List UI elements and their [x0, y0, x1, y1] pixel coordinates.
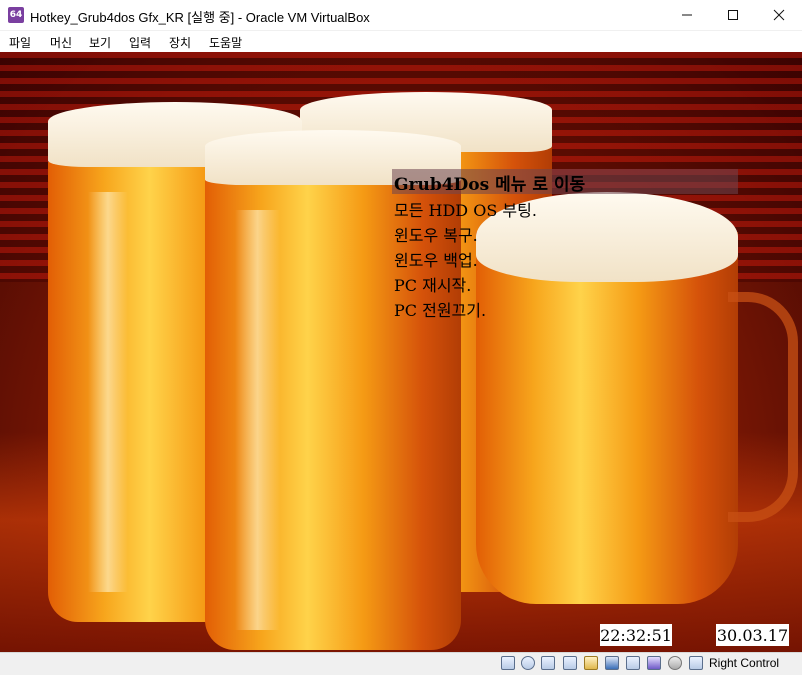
boot-menu-item[interactable]: PC 재시작.	[394, 272, 471, 296]
network-icon[interactable]	[563, 656, 577, 670]
boot-menu-header-label: Grub4Dos 메뉴 로 이동	[394, 175, 586, 195]
close-icon	[773, 9, 785, 21]
vm-display[interactable]: Grub4Dos 메뉴 로 이동 모든 HDD OS 부팅. 윈도우 복구. 윈…	[0, 52, 802, 652]
maximize-icon	[728, 10, 738, 20]
hard-disk-icon[interactable]	[501, 656, 515, 670]
boot-menu-item[interactable]: 윈도우 복구.	[394, 222, 478, 246]
shared-folders-icon[interactable]	[584, 656, 598, 670]
menu-help[interactable]: 도움말	[209, 34, 242, 51]
floppy-icon[interactable]	[541, 656, 555, 670]
host-key-label: Right Control	[709, 656, 780, 670]
close-button[interactable]	[756, 0, 802, 30]
beer-mug	[476, 192, 738, 604]
virtualbox-app-icon[interactable]: 64	[8, 7, 24, 23]
display-icon[interactable]	[605, 656, 619, 670]
clock-time: 22:32:51	[600, 624, 672, 646]
menu-file[interactable]: 파일	[9, 34, 31, 51]
maximize-button[interactable]	[710, 0, 756, 30]
status-bar: Right Control	[0, 652, 802, 675]
mug-handle	[728, 292, 798, 522]
download-arrow-icon[interactable]	[689, 656, 703, 670]
boot-menu-item[interactable]: PC 전원끄기.	[394, 297, 486, 321]
minimize-button[interactable]	[664, 0, 710, 30]
boot-menu-item[interactable]: 모든 HDD OS 부팅.	[394, 197, 537, 221]
boot-menu-header[interactable]: Grub4Dos 메뉴 로 이동	[392, 169, 738, 195]
clock-date: 30.03.17	[716, 624, 789, 646]
boot-menu-item[interactable]: 윈도우 백업.	[394, 247, 478, 271]
menu-machine[interactable]: 머신	[50, 34, 72, 51]
mouse-integration-icon[interactable]	[668, 656, 682, 670]
video-capture-icon[interactable]	[626, 656, 640, 670]
menu-view[interactable]: 보기	[89, 34, 111, 51]
menu-devices[interactable]: 장치	[169, 34, 191, 51]
usb-icon[interactable]	[647, 656, 661, 670]
menu-bar: 파일 머신 보기 입력 장치 도움말	[0, 31, 802, 52]
menu-input[interactable]: 입력	[129, 34, 151, 51]
title-bar: 64 Hotkey_Grub4dos Gfx_KR [실행 중] - Oracl…	[0, 0, 802, 31]
minimize-icon	[682, 14, 692, 16]
optical-drive-icon[interactable]	[521, 656, 535, 670]
window-title: Hotkey_Grub4dos Gfx_KR [실행 중] - Oracle V…	[30, 10, 370, 25]
